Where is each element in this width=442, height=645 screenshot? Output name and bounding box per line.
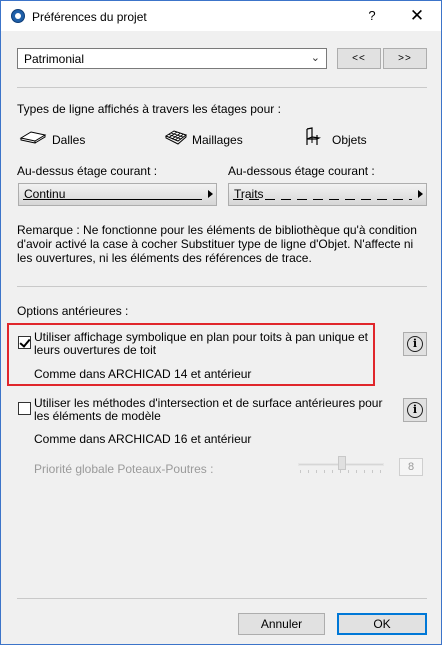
above-line-type-picker[interactable]: Continu xyxy=(18,183,217,206)
dashed-line-sample xyxy=(233,199,412,200)
solid-line-sample xyxy=(23,199,202,200)
window-title: Préférences du projet xyxy=(32,10,147,24)
divider xyxy=(17,87,427,88)
column-beam-priority-label: Priorité globale Poteaux-Poutres : xyxy=(34,462,214,476)
preset-selected-value: Patrimonial xyxy=(24,52,85,66)
title-bar[interactable]: Préférences du projet ? ✕ xyxy=(1,1,441,31)
object-label: Objets xyxy=(332,133,367,147)
mesh-icon xyxy=(164,129,188,150)
below-line-type-picker[interactable]: Traits xyxy=(228,183,427,206)
priority-value-field[interactable]: 8 xyxy=(399,458,423,476)
cancel-button[interactable]: Annuler xyxy=(238,613,325,635)
info-icon: i xyxy=(407,402,423,418)
preset-dropdown[interactable]: Patrimonial ⌄ xyxy=(17,48,327,69)
archicad14-note: Comme dans ARCHICAD 14 et antérieur xyxy=(34,367,252,381)
help-button[interactable]: ? xyxy=(363,7,381,25)
priority-slider-thumb[interactable] xyxy=(338,456,346,470)
mesh-label: Maillages xyxy=(192,133,243,147)
chair-icon xyxy=(303,127,321,150)
triangle-right-icon xyxy=(418,190,423,198)
chevron-down-icon: ⌄ xyxy=(310,52,320,64)
triangle-right-icon xyxy=(208,190,213,198)
priority-slider-ticks xyxy=(300,470,382,473)
symbolic-roof-display-text: Utiliser affichage symbolique en plan po… xyxy=(34,330,368,357)
archicad16-note: Comme dans ARCHICAD 16 et antérieur xyxy=(34,432,252,446)
divider xyxy=(17,598,427,599)
remark-text: Remarque : Ne fonctionne pour les élémen… xyxy=(17,223,417,265)
info-button[interactable]: i xyxy=(403,332,427,356)
close-button[interactable]: ✕ xyxy=(406,5,428,27)
symbolic-roof-display-checkbox[interactable] xyxy=(18,336,31,349)
line-types-heading: Types de ligne affichés à travers les ét… xyxy=(17,102,281,116)
archicad-app-icon xyxy=(11,9,25,23)
ok-button[interactable]: OK xyxy=(337,613,427,635)
info-icon: i xyxy=(407,336,423,352)
preferences-dialog: Préférences du projet ? ✕ Patrimonial ⌄ … xyxy=(0,0,442,645)
legacy-intersection-checkbox[interactable] xyxy=(18,402,31,415)
next-preset-button[interactable]: >> xyxy=(383,48,427,69)
info-button[interactable]: i xyxy=(403,398,427,422)
below-story-label: Au-dessous étage courant : xyxy=(228,164,375,178)
slab-icon xyxy=(19,129,47,148)
divider xyxy=(17,286,427,287)
legacy-options-heading: Options antérieures : xyxy=(17,304,129,318)
slab-label: Dalles xyxy=(52,133,86,147)
above-story-label: Au-dessus étage courant : xyxy=(17,164,158,178)
legacy-intersection-text: Utiliser les méthodes d'intersection et … xyxy=(34,396,383,423)
previous-preset-button[interactable]: << xyxy=(337,48,381,69)
